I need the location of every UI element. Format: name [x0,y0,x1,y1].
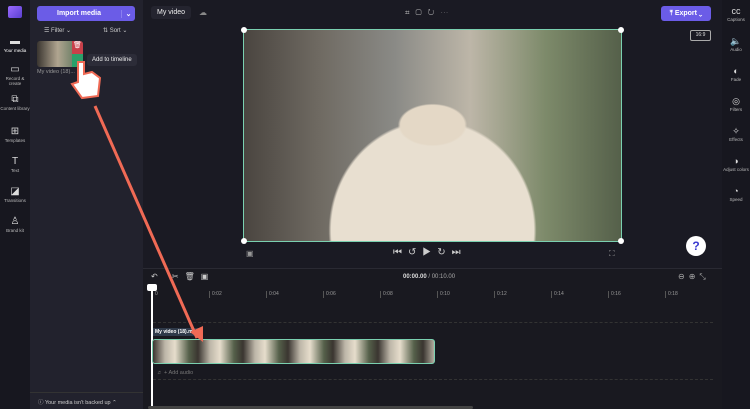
arrow-line [93,105,199,339]
hand-cursor-icon [70,61,102,100]
tutorial-arrow [70,61,203,342]
